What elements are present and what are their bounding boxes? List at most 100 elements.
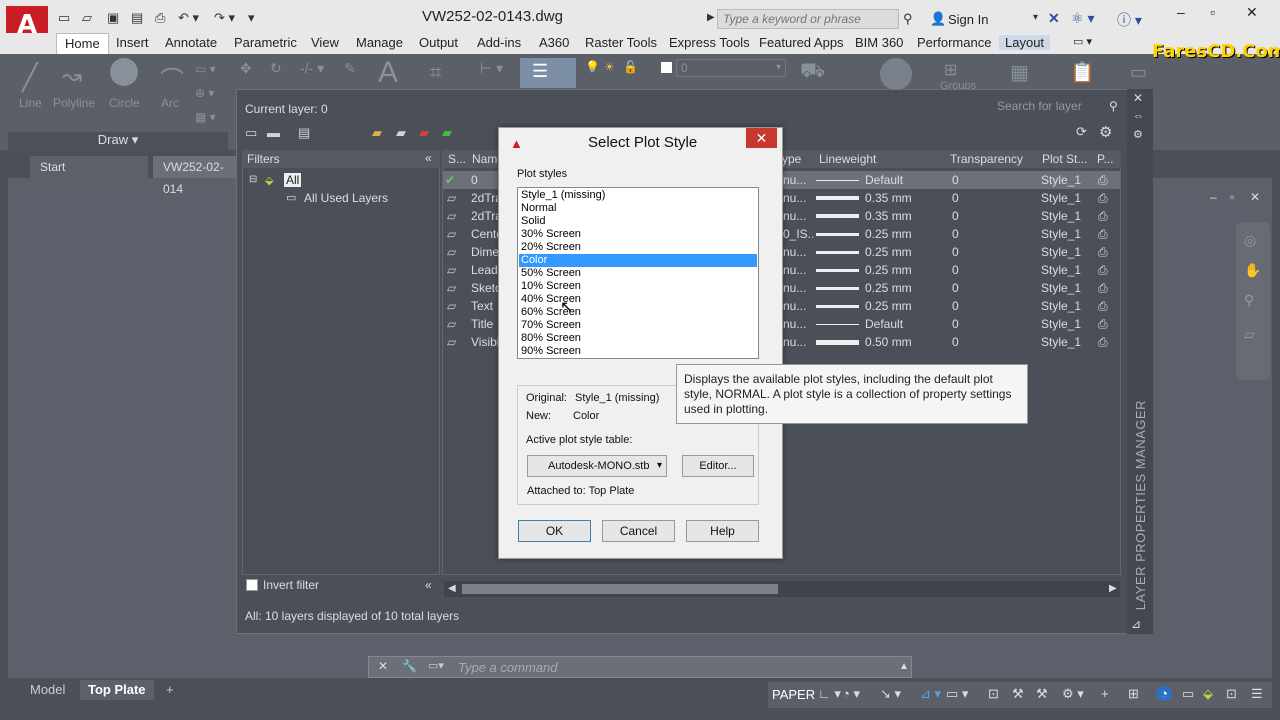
layer-lineweight[interactable]: Default [865,317,903,331]
clean-screen-icon[interactable]: ▭ [1182,686,1194,702]
filter-all-node[interactable]: All [284,173,302,187]
viewport-scale-icon[interactable]: ⊡ [988,686,999,702]
collapse-filters-icon[interactable]: « [425,151,432,165]
full-screen-icon[interactable]: ⊡ [1226,686,1237,702]
tab-performance[interactable]: Performance [917,35,991,50]
ribbon-options-icon[interactable]: ▭ ▾ [1073,35,1092,48]
layer-linetype[interactable]: nu... [783,209,813,223]
erase-tool-icon[interactable]: ✎ [344,60,356,77]
view-base-icon[interactable]: ▭ [1130,62,1147,83]
col-transparency[interactable]: Transparency [950,152,1023,166]
layer-linetype[interactable]: 0_IS... [783,227,813,241]
insert-block-icon[interactable]: ⛟ [800,60,825,85]
sign-in-dropdown-icon[interactable]: ▾ [1033,12,1038,23]
cancel-button[interactable]: Cancel [602,520,675,542]
delete-layer-icon[interactable]: ▰ [419,125,429,141]
steering-wheel-icon[interactable]: ◎ [1244,232,1256,249]
orbit-icon[interactable]: ▱ [1244,326,1255,343]
layer-lineweight[interactable]: 0.25 mm [865,299,912,313]
plot-style-item[interactable]: 50% Screen [519,267,757,280]
plot-printer-icon[interactable]: ⎙ [1098,281,1108,296]
plot-style-item[interactable]: 30% Screen [519,228,757,241]
a360-icon[interactable]: ⚛ ▾ [1071,10,1094,27]
layer-transparency[interactable]: 0 [952,173,959,187]
sign-in-button[interactable]: Sign In [948,12,988,27]
expand-filters-icon[interactable]: « [425,578,432,592]
tab-raster-tools[interactable]: Raster Tools [585,35,657,50]
exchange-icon[interactable]: ✕ [1048,10,1060,27]
tab-insert[interactable]: Insert [116,35,149,50]
tab-top-plate[interactable]: Top Plate [80,680,154,700]
tab-a360[interactable]: A360 [539,35,569,50]
tab-featured-apps[interactable]: Featured Apps [759,35,844,50]
transparency-icon[interactable]: ▭ ▾ [946,686,968,702]
layer-plot-style[interactable]: Style_1 [1041,335,1081,349]
workspace-gear-icon[interactable]: ⚙ ▾ [1062,686,1084,702]
lpm-autohide-icon[interactable]: ⇔ [1133,110,1144,122]
col-lineweight[interactable]: Lineweight [819,152,876,166]
add-layout-icon[interactable]: + [158,680,182,700]
layer-transparency[interactable]: 0 [952,299,959,313]
plot-style-item[interactable]: Solid [519,215,757,228]
draw-panel-expand-icon[interactable]: ▾ [132,132,139,147]
tab-output[interactable]: Output [419,35,458,50]
expand-search-icon[interactable]: ▶ [707,12,715,23]
layer-plot-style[interactable]: Style_1 [1041,245,1081,259]
tab-manage[interactable]: Manage [356,35,403,50]
close-window-icon[interactable]: ✕ [1246,4,1258,21]
hardware-acceleration-icon[interactable]: ◔ [1156,686,1172,701]
set-current-icon[interactable]: ▰ [442,125,452,141]
line-tool-icon[interactable]: ╱ [22,62,38,93]
tab-layout[interactable]: Layout [999,35,1051,50]
circle-tool-icon[interactable] [110,58,138,86]
layer-plot-style[interactable]: Style_1 [1041,299,1081,313]
col-plot-style[interactable]: Plot St... [1042,152,1087,166]
grid-snap-icon[interactable]: ∟ ▾ [818,686,841,702]
layer-plot-style[interactable]: Style_1 [1041,209,1081,223]
viewport-minimize-icon[interactable]: – [1210,190,1217,204]
pan-icon[interactable]: ✋ [1244,262,1261,279]
layer-dropdown-arrow-icon[interactable]: ▾ [776,62,781,73]
leader-tool-icon[interactable]: ⊢ ▾ [480,60,503,77]
command-line[interactable] [368,656,912,678]
layer-linetype[interactable]: nu... [783,173,813,187]
layer-lineweight[interactable]: 0.25 mm [865,281,912,295]
save-as-icon[interactable]: ▤ [131,10,143,26]
polyline-tool-icon[interactable]: ↝ [62,62,82,91]
layer-plot-style[interactable]: Style_1 [1041,317,1081,331]
layer-linetype[interactable]: nu... [783,245,813,259]
layer-transparency[interactable]: 0 [952,317,959,331]
plot-style-item[interactable]: Color [519,254,757,267]
layer-dropdown[interactable]: 0 [676,59,786,77]
col-plot[interactable]: P... [1097,152,1113,166]
hatch-tool-icon[interactable]: ⊕ ▾ [195,86,214,100]
col-status[interactable]: S... [448,152,466,166]
match-properties-icon[interactable] [880,58,912,90]
arc-tool-label[interactable]: Arc [161,96,179,110]
active-table-select[interactable]: Autodesk-MONO.stb ▾ [527,455,667,477]
maximize-icon[interactable]: ▫ [1210,4,1215,20]
layer-plot-style[interactable]: Style_1 [1041,173,1081,187]
plot-style-item[interactable]: 10% Screen [519,280,757,293]
layer-transparency[interactable]: 0 [952,191,959,205]
ok-button[interactable]: OK [518,520,591,542]
plot-style-item[interactable]: 70% Screen [519,319,757,332]
filter-used-layers-node[interactable]: All Used Layers [304,191,388,205]
plot-printer-icon[interactable]: ⎙ [1098,317,1108,332]
rectangle-tool-icon[interactable]: ▭ ▾ [195,62,216,76]
osnap-icon[interactable]: ↘ ▾ [880,686,901,702]
tab-parametric[interactable]: Parametric [234,35,297,50]
col-linetype[interactable]: ype [782,152,801,166]
open-icon[interactable]: ▱ [82,10,92,26]
binoculars-icon[interactable]: ⚲ [903,11,913,27]
new-group-filter-icon[interactable]: ▬ [267,125,280,140]
layer-lineweight[interactable]: Default [865,173,903,187]
dimension-tool-icon[interactable]: ⌗ [430,62,441,85]
command-prompt-icon[interactable]: ▭▾ [428,659,444,672]
customize-qat-icon[interactable]: ▾ [248,10,255,26]
layer-lineweight[interactable]: 0.25 mm [865,227,912,241]
undo-icon[interactable]: ↶ ▾ [178,10,199,26]
tab-model[interactable]: Model [22,680,73,700]
redo-icon[interactable]: ↷ ▾ [214,10,235,26]
layer-linetype[interactable]: nu... [783,281,813,295]
